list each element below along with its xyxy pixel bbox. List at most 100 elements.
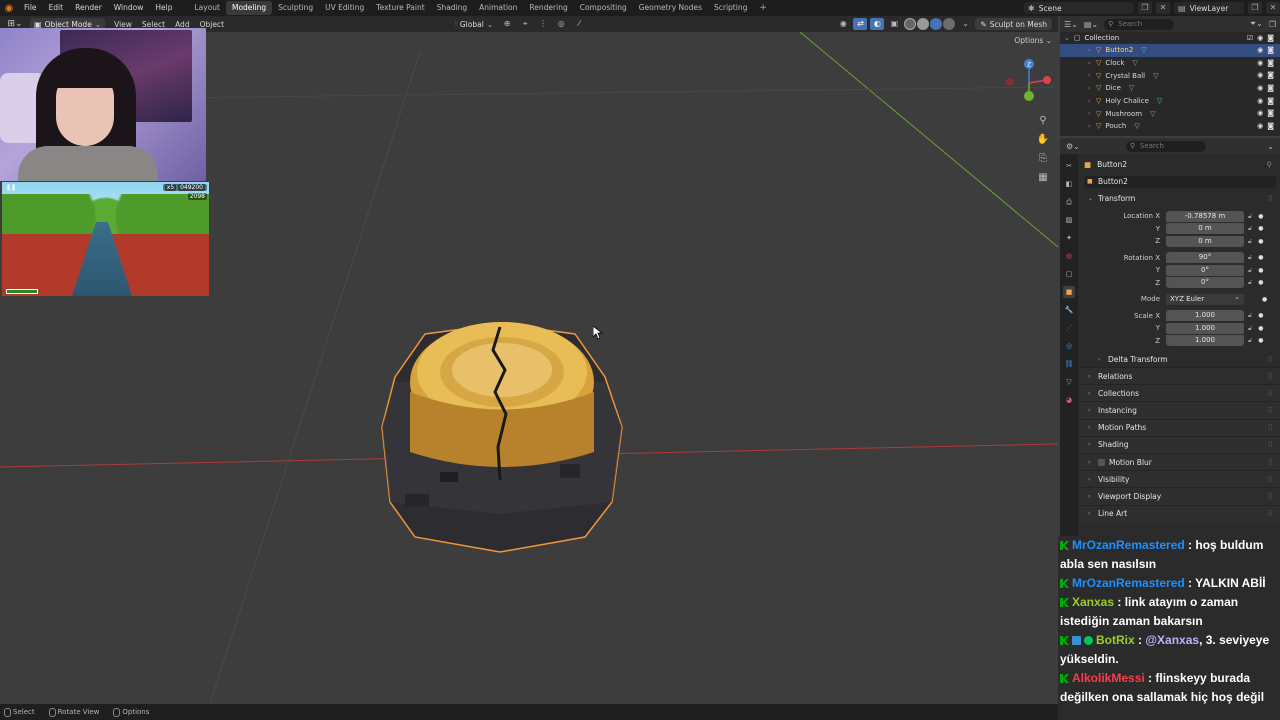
blender-logo-icon[interactable]: ◉	[0, 0, 18, 16]
rotation-z-field[interactable]: 0°	[1166, 277, 1244, 289]
keyframe-dot-icon[interactable]: ●	[1258, 279, 1263, 286]
keyframe-dot-icon[interactable]: ●	[1258, 225, 1263, 232]
viewport-options-button[interactable]: Options ⌄	[1014, 36, 1052, 45]
chat-username[interactable]: MrOzanRemastered	[1072, 538, 1185, 552]
tab-sculpting[interactable]: Sculpting	[272, 1, 319, 15]
expand-arrow-icon[interactable]: ›	[1088, 60, 1096, 67]
add-workspace-button[interactable]: +	[753, 3, 773, 13]
lock-icon[interactable]: 🔓︎	[1248, 212, 1252, 221]
view-layer-tab-icon[interactable]: ▨	[1063, 214, 1075, 226]
checkbox-icon[interactable]	[1098, 458, 1105, 466]
material-shading-icon[interactable]	[930, 18, 943, 30]
expand-arrow-icon[interactable]: ›	[1088, 98, 1096, 105]
keyframe-dot-icon[interactable]: ●	[1258, 325, 1263, 332]
camera-icon[interactable]: ◙	[1267, 69, 1274, 82]
keyframe-dot-icon[interactable]: ●	[1258, 267, 1263, 274]
solid-shading-icon[interactable]	[917, 18, 930, 30]
scene-selector[interactable]: ✱ Scene	[1024, 2, 1134, 14]
drag-handle-icon[interactable]: ⠿	[1268, 423, 1275, 432]
new-collection-icon[interactable]: ❐	[1269, 20, 1276, 29]
drag-handle-icon[interactable]: ⠿	[1268, 492, 1275, 501]
location-y-field[interactable]: 0 m	[1166, 223, 1244, 235]
outliner-item[interactable]: › ▽ Holy Chalice ▽ ◉ ◙	[1060, 95, 1280, 108]
menu-help[interactable]: Help	[149, 0, 178, 16]
xray-toggle-icon[interactable]: ▣	[887, 18, 901, 30]
sculpt-on-mesh-button[interactable]: ✎ Sculpt on Mesh	[975, 18, 1052, 30]
properties-editor-icon[interactable]: ⚙⌄	[1066, 142, 1080, 151]
properties-panel-header[interactable]: › Instancing ⠿	[1080, 401, 1280, 419]
particles-tab-icon[interactable]: ⋰	[1063, 322, 1075, 334]
drag-handle-icon[interactable]: ⠿	[1268, 509, 1275, 518]
menu-file[interactable]: File	[18, 0, 43, 16]
camera-icon[interactable]: ◙	[1267, 107, 1274, 120]
outliner-search-input[interactable]: Search	[1104, 18, 1175, 30]
eye-icon[interactable]: ◉	[1257, 44, 1263, 57]
menu-edit[interactable]: Edit	[43, 0, 70, 16]
scale-z-field[interactable]: 1.000	[1166, 335, 1244, 347]
mesh-data-icon[interactable]: ▽	[1129, 84, 1134, 92]
shading-options-icon[interactable]: ⌄	[958, 18, 972, 30]
tab-geometry-nodes[interactable]: Geometry Nodes	[633, 1, 708, 15]
properties-search-input[interactable]: Search	[1125, 140, 1206, 152]
properties-panel-header[interactable]: › Motion Blur ⠿	[1080, 452, 1280, 471]
keyframe-dot-icon[interactable]: ●	[1258, 254, 1263, 261]
scene-tab-icon[interactable]: ✦	[1063, 232, 1075, 244]
eye-icon[interactable]: ◉	[1257, 82, 1263, 95]
drag-handle-icon[interactable]: ⠿	[1268, 389, 1275, 398]
properties-panel-header[interactable]: › Motion Paths ⠿	[1080, 418, 1280, 436]
copy-scene-icon[interactable]: ❐	[1138, 2, 1152, 14]
expand-arrow-icon[interactable]: ›	[1088, 47, 1096, 54]
outliner-item[interactable]: › ▽ Mushroom ▽ ◉ ◙	[1060, 107, 1280, 120]
tab-compositing[interactable]: Compositing	[574, 1, 633, 15]
snap-icon[interactable]: ⌖	[518, 18, 532, 30]
object-tab-icon[interactable]: ■	[1063, 286, 1075, 298]
transform-panel-header[interactable]: ⌄ Transform ⠿	[1080, 190, 1280, 206]
tool-tab-icon[interactable]: ✂	[1063, 160, 1075, 172]
mesh-data-icon[interactable]: ▽	[1134, 122, 1139, 130]
rendered-shading-icon[interactable]	[943, 18, 956, 30]
eye-icon[interactable]: ◉	[1257, 69, 1263, 82]
drag-handle-icon[interactable]: ⠿	[1268, 372, 1275, 381]
mesh-data-icon[interactable]: ▽	[1150, 110, 1155, 118]
expand-arrow-icon[interactable]: ›	[1088, 123, 1096, 130]
menu-window[interactable]: Window	[108, 0, 150, 16]
drag-handle-icon[interactable]: ⠿	[1268, 406, 1275, 415]
outliner-item[interactable]: › ▽ Crystal Ball ▽ ◉ ◙	[1060, 69, 1280, 82]
drag-handle-icon[interactable]: ⠿	[1268, 194, 1275, 203]
camera-icon[interactable]: ◙	[1267, 57, 1274, 70]
collection-tab-icon[interactable]: ▢	[1063, 268, 1075, 280]
camera-icon[interactable]: ◙	[1267, 120, 1274, 133]
overlay-toggle-icon[interactable]: ◐	[870, 18, 885, 30]
keyframe-dot-icon[interactable]: ●	[1262, 296, 1267, 303]
mesh-data-icon[interactable]: ▽	[1141, 46, 1146, 54]
mesh-data-icon[interactable]: ▽	[1153, 72, 1158, 80]
outliner-editor-icon[interactable]: ☰⌄	[1064, 20, 1078, 29]
object-name-field[interactable]: Button2	[1084, 176, 1276, 188]
drag-handle-icon[interactable]: ⠿	[1268, 440, 1275, 449]
world-tab-icon[interactable]: ◍	[1063, 250, 1075, 262]
modifier-tab-icon[interactable]: 🔧	[1063, 304, 1075, 316]
properties-panel-header[interactable]: › Relations ⠿	[1080, 367, 1280, 385]
outliner-item[interactable]: › ▽ Dice ▽ ◉ ◙	[1060, 82, 1280, 95]
drag-handle-icon[interactable]: ⠿	[1268, 458, 1275, 467]
button-model[interactable]	[381, 322, 623, 553]
tab-modeling[interactable]: Modeling	[225, 1, 273, 15]
pin-icon[interactable]: ⚲	[1267, 160, 1273, 169]
filter-icon[interactable]: ⏷⌄	[1250, 19, 1263, 29]
close-scene-icon[interactable]: ✕	[1156, 2, 1170, 14]
data-tab-icon[interactable]: ▽	[1063, 376, 1075, 388]
expand-arrow-icon[interactable]: ›	[1088, 72, 1096, 79]
tab-scripting[interactable]: Scripting	[708, 1, 753, 15]
expand-arrow-icon[interactable]: ›	[1088, 85, 1096, 92]
pivot-point-icon[interactable]: ⊕	[500, 18, 514, 30]
lock-icon[interactable]: 🔓︎	[1248, 237, 1252, 246]
rotation-x-field[interactable]: 90°	[1166, 252, 1244, 264]
display-mode-icon[interactable]: ▤⌄	[1084, 20, 1098, 29]
keyframe-dot-icon[interactable]: ●	[1258, 337, 1263, 344]
chevron-down-icon[interactable]: ⌄	[1267, 142, 1274, 151]
eye-icon[interactable]: ◉	[1257, 120, 1263, 133]
keyframe-dot-icon[interactable]: ●	[1258, 238, 1263, 245]
scale-y-field[interactable]: 1.000	[1166, 322, 1244, 334]
lock-icon[interactable]: 🔓︎	[1248, 311, 1252, 320]
tab-layout[interactable]: Layout	[188, 1, 226, 15]
